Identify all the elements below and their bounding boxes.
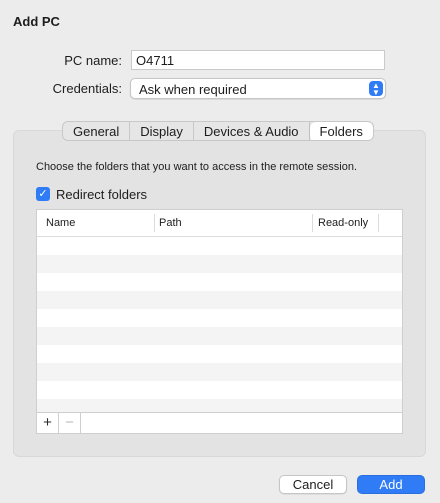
redirect-folders-checkbox[interactable]: ✓ (36, 187, 50, 201)
column-header-readonly[interactable]: Read-only (318, 217, 368, 229)
table-row (37, 309, 402, 327)
folders-instruction: Choose the folders that you want to acce… (36, 161, 358, 173)
redirect-folders-row: ✓ Redirect folders (36, 186, 147, 202)
table-row (37, 363, 402, 381)
redirect-folders-label[interactable]: Redirect folders (56, 187, 147, 202)
add-button[interactable]: Add (357, 475, 425, 494)
column-divider (312, 214, 313, 232)
column-header-name[interactable]: Name (46, 217, 75, 229)
credentials-row: Credentials: Ask when required ▲ ▼ (0, 78, 440, 100)
pc-name-input[interactable] (131, 50, 385, 70)
table-row (37, 345, 402, 363)
tab-bar: General Display Devices & Audio Folders (62, 121, 374, 141)
table-row (37, 291, 402, 309)
table-body (37, 237, 402, 417)
folders-table: Name Path Read-only + − (36, 209, 403, 434)
tab-general[interactable]: General (63, 122, 131, 140)
tab-display[interactable]: Display (130, 122, 194, 140)
credentials-label: Credentials: (52, 81, 122, 96)
column-header-path[interactable]: Path (159, 217, 182, 229)
add-folder-button[interactable]: + (37, 413, 59, 433)
table-row (37, 255, 402, 273)
credentials-popup[interactable]: Ask when required ▲ ▼ (130, 78, 386, 99)
chevron-up-down-icon: ▲ ▼ (369, 81, 383, 96)
credentials-value: Ask when required (139, 82, 247, 97)
dialog-title: Add PC (13, 14, 60, 29)
remove-folder-button[interactable]: − (59, 413, 81, 433)
pc-name-label: PC name: (64, 53, 122, 68)
table-header: Name Path Read-only (37, 210, 402, 237)
table-row (37, 237, 402, 255)
table-row (37, 327, 402, 345)
cancel-button[interactable]: Cancel (279, 475, 347, 494)
tab-folders[interactable]: Folders (309, 122, 373, 140)
table-footer: + − (37, 412, 402, 433)
pc-name-row: PC name: (0, 50, 440, 72)
column-divider (378, 214, 379, 232)
table-row (37, 273, 402, 291)
checkmark-icon: ✓ (38, 188, 48, 200)
column-divider (154, 214, 155, 232)
tab-devices-audio[interactable]: Devices & Audio (194, 122, 310, 140)
table-row (37, 381, 402, 399)
